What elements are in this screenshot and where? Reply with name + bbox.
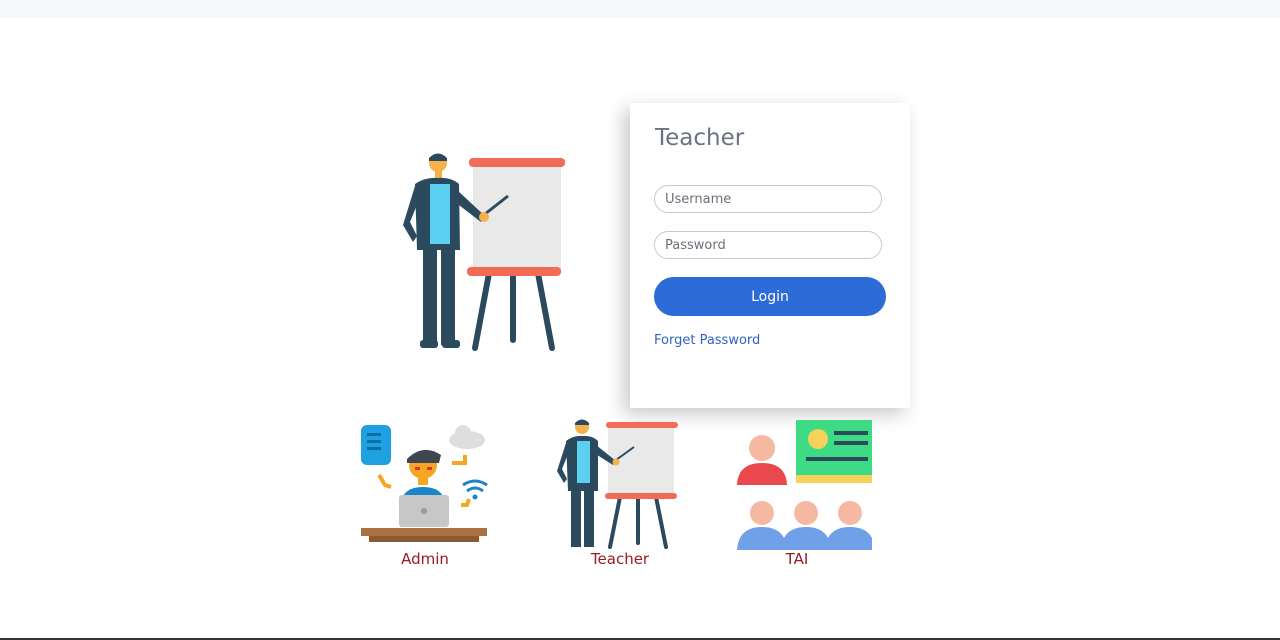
role-label-tai: TAI — [785, 550, 809, 568]
top-bar — [0, 0, 1280, 18]
teacher-icon — [557, 419, 678, 549]
password-input[interactable] — [654, 231, 882, 259]
tai-icon — [737, 420, 872, 550]
role-admin[interactable]: Admin — [350, 415, 500, 575]
login-title: Teacher — [655, 125, 745, 151]
role-label-teacher: Teacher — [590, 550, 650, 568]
hero-illustration — [395, 150, 570, 355]
role-teacher[interactable]: Teacher — [545, 415, 695, 575]
username-input[interactable] — [654, 185, 882, 213]
login-button[interactable]: Login — [654, 277, 886, 316]
teacher-whiteboard-icon — [403, 153, 565, 351]
admin-icon — [361, 425, 488, 542]
role-tai[interactable]: TAI — [722, 415, 872, 575]
forget-password-link[interactable]: Forget Password — [654, 333, 760, 348]
role-label-admin: Admin — [401, 550, 449, 568]
login-card: Teacher Login Forget Password — [630, 103, 910, 408]
